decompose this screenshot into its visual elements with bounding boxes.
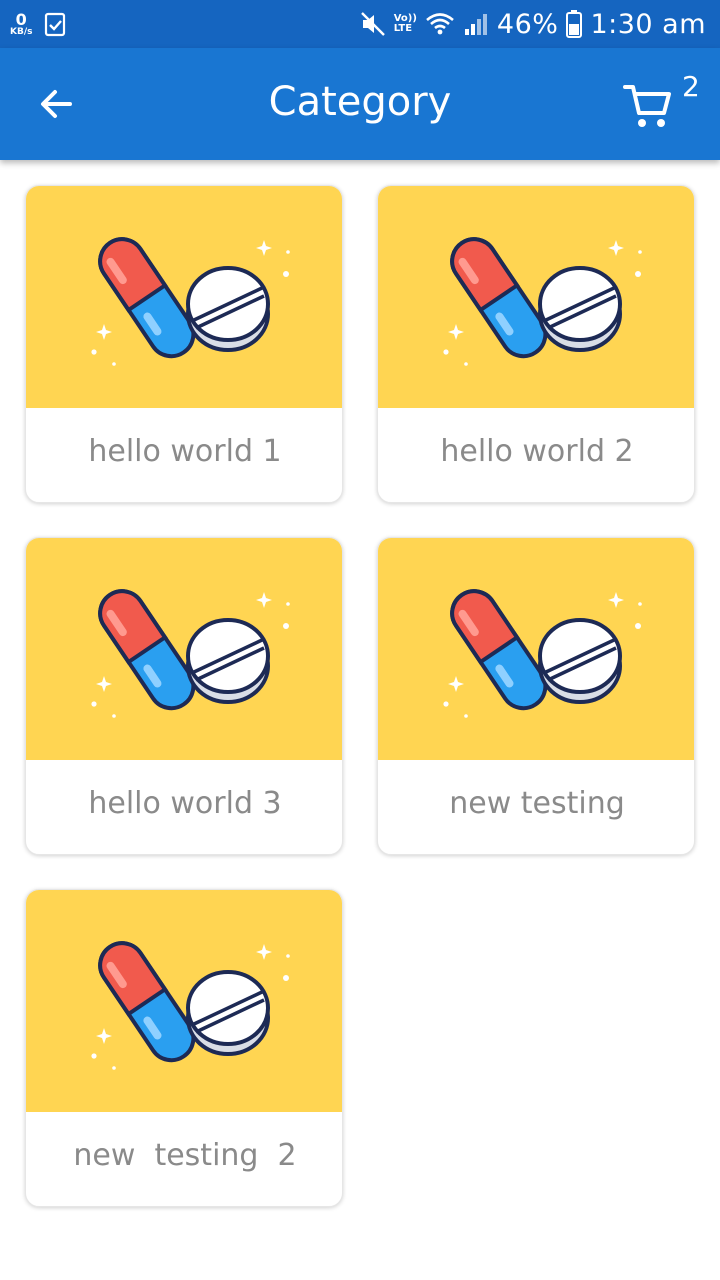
category-card[interactable]: hello world 1 xyxy=(25,185,343,503)
back-button[interactable] xyxy=(36,84,76,124)
category-image xyxy=(378,186,694,408)
volte-bottom: LTE xyxy=(393,23,413,34)
signal-icon xyxy=(464,14,487,35)
wifi-icon xyxy=(426,13,454,35)
category-label: new testing 2 xyxy=(73,1138,297,1173)
clock: 1:30 am xyxy=(590,8,706,40)
category-card[interactable]: hello world 3 xyxy=(25,537,343,855)
status-left: 0 KB/s xyxy=(10,6,66,42)
battery-percent: 46% xyxy=(496,8,559,40)
data-rate-value: 0 xyxy=(15,9,27,29)
category-card[interactable]: new testing 2 xyxy=(25,889,343,1207)
category-grid: hello world 1 hello world 2 hello world … xyxy=(0,160,720,1280)
pills-icon xyxy=(443,589,642,718)
category-label: hello world 2 xyxy=(440,434,634,469)
cart-button[interactable] xyxy=(622,82,674,130)
category-card[interactable]: new testing xyxy=(377,537,695,855)
category-label: hello world 3 xyxy=(88,786,282,821)
category-label: new testing xyxy=(449,786,625,821)
notification-clipboard-icon xyxy=(45,12,66,37)
data-rate-unit: KB/s xyxy=(10,26,33,37)
status-bar: 0 KB/s Vo)) LTE 46% 1:30 am xyxy=(0,0,720,48)
category-card[interactable]: hello world 2 xyxy=(377,185,695,503)
pills-icon xyxy=(443,237,642,366)
mute-icon xyxy=(360,12,385,36)
arrow-left-icon xyxy=(41,90,72,118)
status-right: Vo)) LTE 46% 1:30 am xyxy=(360,6,706,42)
cart-count-badge: 2 xyxy=(682,70,700,103)
category-image xyxy=(26,890,342,1112)
category-image xyxy=(26,538,342,760)
volte-indicator: Vo)) LTE xyxy=(393,13,417,35)
data-rate: 0 KB/s xyxy=(10,9,33,37)
battery-icon xyxy=(566,10,583,38)
category-image xyxy=(378,538,694,760)
page-title: Category xyxy=(268,79,452,125)
pills-icon xyxy=(91,237,290,366)
pills-icon xyxy=(91,589,290,718)
pills-icon xyxy=(91,941,290,1070)
category-image xyxy=(26,186,342,408)
shopping-cart-icon xyxy=(623,85,671,127)
category-label: hello world 1 xyxy=(88,434,282,469)
app-bar: Category 2 xyxy=(0,48,720,160)
